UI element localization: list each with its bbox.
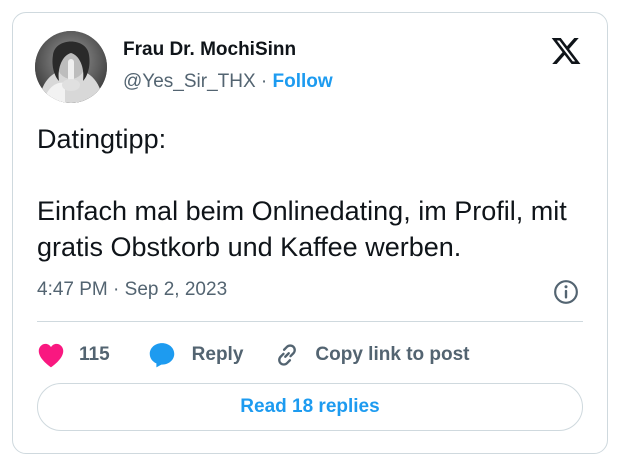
- reply-label: Reply: [191, 344, 244, 365]
- author-handle[interactable]: @Yes_Sir_THX: [123, 71, 256, 92]
- like-button[interactable]: 115: [37, 342, 110, 368]
- x-logo-icon[interactable]: [549, 35, 583, 67]
- tweet-paragraph: Einfach mal beim Onlinedating, im Profil…: [37, 196, 567, 262]
- handle-separator: ·: [260, 71, 268, 92]
- reply-button[interactable]: Reply: [148, 341, 244, 369]
- tweet-card: Frau Dr. MochiSinn @Yes_Sir_THX · Follow…: [12, 12, 608, 454]
- date-separator: ·: [113, 279, 120, 300]
- copy-link-button[interactable]: Copy link to post: [273, 341, 470, 369]
- tweet-time: 4:47 PM: [37, 279, 108, 300]
- tweet-date: Sep 2, 2023: [124, 279, 228, 300]
- link-icon: [278, 344, 297, 366]
- author-name[interactable]: Frau Dr. MochiSinn: [123, 39, 296, 61]
- heart-icon: [38, 343, 64, 368]
- speech-bubble-icon: [149, 343, 174, 368]
- copy-link-label: Copy link to post: [315, 344, 470, 365]
- follow-button[interactable]: Follow: [273, 71, 333, 92]
- tweet-text: Datingtipp: Einfach mal beim Onlinedatin…: [37, 121, 597, 265]
- action-bar: 115 Reply Copy link to post: [37, 339, 470, 371]
- read-replies-button[interactable]: Read 18 replies: [37, 383, 583, 431]
- handle-row: @Yes_Sir_THX · Follow: [123, 71, 333, 93]
- tweet-timestamp[interactable]: 4:47 PM · Sep 2, 2023: [37, 279, 227, 301]
- avatar[interactable]: [35, 31, 107, 103]
- tweet-paragraph: Datingtipp:: [37, 124, 167, 154]
- avatar-image: [35, 31, 107, 103]
- info-icon[interactable]: [553, 279, 579, 305]
- like-count: 115: [79, 344, 110, 365]
- divider: [37, 321, 583, 322]
